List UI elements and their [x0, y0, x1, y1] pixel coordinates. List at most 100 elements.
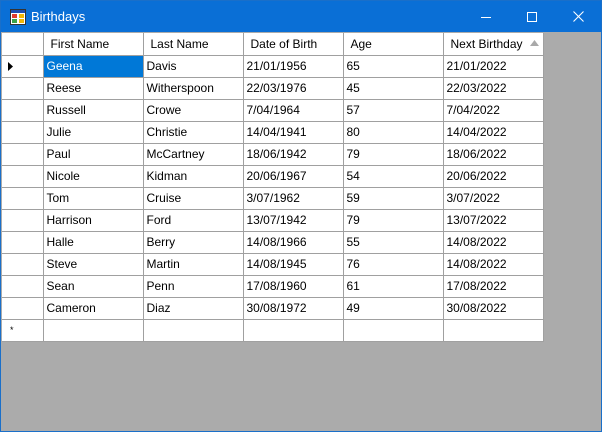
grid-cell[interactable]: Penn	[143, 275, 244, 298]
table-row[interactable]: Nicole Kidman 20/06/1967 54 20/06/2022	[2, 165, 544, 188]
minimize-button[interactable]	[463, 1, 509, 32]
grid-cell[interactable]: 14/04/1941	[243, 121, 344, 144]
grid-cell[interactable]: Martin	[143, 253, 244, 276]
table-row[interactable]: Russell Crowe 7/04/1964 57 7/04/2022	[2, 99, 544, 122]
grid-cell[interactable]: 22/03/2022	[443, 77, 544, 100]
grid-cell[interactable]: 3/07/1962	[243, 187, 344, 210]
grid-cell[interactable]: Harrison	[43, 209, 144, 232]
grid-cell[interactable]: Ford	[143, 209, 244, 232]
grid-cell[interactable]: 61	[343, 275, 444, 298]
grid-cell[interactable]: Reese	[43, 77, 144, 100]
grid-cell[interactable]: 65	[343, 55, 444, 78]
grid-cell[interactable]: 14/08/2022	[443, 231, 544, 254]
grid-cell[interactable]: Crowe	[143, 99, 244, 122]
grid-cell[interactable]: 14/08/2022	[443, 253, 544, 276]
row-header[interactable]	[2, 143, 44, 166]
grid-cell[interactable]: Steve	[43, 253, 144, 276]
grid-cell[interactable]: Paul	[43, 143, 144, 166]
grid-cell[interactable]: 45	[343, 77, 444, 100]
row-header[interactable]	[2, 55, 44, 78]
grid-cell[interactable]: 14/08/1945	[243, 253, 344, 276]
row-header[interactable]	[2, 77, 44, 100]
table-row[interactable]: Steve Martin 14/08/1945 76 14/08/2022	[2, 253, 544, 276]
title-bar[interactable]: Birthdays	[1, 1, 601, 32]
grid-cell[interactable]: 30/08/1972	[243, 297, 344, 320]
grid-cell[interactable]: 49	[343, 297, 444, 320]
row-header[interactable]	[2, 275, 44, 298]
table-row[interactable]: Halle Berry 14/08/1966 55 14/08/2022	[2, 231, 544, 254]
row-header[interactable]	[2, 297, 44, 320]
grid-cell[interactable]: Geena	[43, 55, 144, 78]
row-header[interactable]	[2, 187, 44, 210]
grid-cell[interactable]: 17/08/2022	[443, 275, 544, 298]
row-header[interactable]	[2, 209, 44, 232]
grid-cell[interactable]: 22/03/1976	[243, 77, 344, 100]
table-row[interactable]: Sean Penn 17/08/1960 61 17/08/2022	[2, 275, 544, 298]
grid-cell[interactable]: Sean	[43, 275, 144, 298]
row-header[interactable]	[2, 121, 44, 144]
table-row[interactable]: Cameron Diaz 30/08/1972 49 30/08/2022	[2, 297, 544, 320]
grid-cell[interactable]: 76	[343, 253, 444, 276]
close-button[interactable]	[555, 1, 601, 32]
column-header-age[interactable]: Age	[343, 33, 444, 56]
grid-cell[interactable]: Russell	[43, 99, 144, 122]
grid-cell[interactable]: 14/08/1966	[243, 231, 344, 254]
row-header[interactable]: *	[2, 319, 44, 342]
grid-cell[interactable]: Davis	[143, 55, 244, 78]
row-header[interactable]	[2, 99, 44, 122]
table-row[interactable]: Paul McCartney 18/06/1942 79 18/06/2022	[2, 143, 544, 166]
table-row[interactable]: Tom Cruise 3/07/1962 59 3/07/2022	[2, 187, 544, 210]
grid-cell[interactable]: 18/06/2022	[443, 143, 544, 166]
grid-cell[interactable]	[243, 319, 344, 342]
grid-cell[interactable]: 30/08/2022	[443, 297, 544, 320]
grid-cell[interactable]: 79	[343, 209, 444, 232]
grid-cell[interactable]: 14/04/2022	[443, 121, 544, 144]
row-header[interactable]	[2, 231, 44, 254]
grid-cell[interactable]: 59	[343, 187, 444, 210]
birthdays-grid[interactable]: First Name Last Name Date of Birth Age N…	[2, 33, 544, 342]
column-header-date-of-birth[interactable]: Date of Birth	[243, 33, 344, 56]
grid-cell[interactable]: Witherspoon	[143, 77, 244, 100]
grid-cell[interactable]	[343, 319, 444, 342]
grid-cell[interactable]: Cruise	[143, 187, 244, 210]
grid-cell[interactable]: 20/06/1967	[243, 165, 344, 188]
grid-cell[interactable]: 17/08/1960	[243, 275, 344, 298]
grid-cell[interactable]: 79	[343, 143, 444, 166]
grid-cell[interactable]: Julie	[43, 121, 144, 144]
grid-cell[interactable]: 3/07/2022	[443, 187, 544, 210]
grid-cell[interactable]	[43, 319, 144, 342]
grid-cell[interactable]: 7/04/1964	[243, 99, 344, 122]
grid-cell[interactable]: 13/07/2022	[443, 209, 544, 232]
column-header-next-birthday[interactable]: Next Birthday	[443, 33, 544, 56]
table-row[interactable]: Geena Davis 21/01/1956 65 21/01/2022	[2, 55, 544, 78]
grid-cell[interactable]: Tom	[43, 187, 144, 210]
grid-cell[interactable]: 55	[343, 231, 444, 254]
table-row[interactable]: Reese Witherspoon 22/03/1976 45 22/03/2022	[2, 77, 544, 100]
row-header[interactable]	[2, 253, 44, 276]
grid-cell[interactable]: 54	[343, 165, 444, 188]
grid-cell[interactable]	[443, 319, 544, 342]
grid-corner-cell[interactable]	[2, 33, 44, 56]
grid-cell[interactable]: Halle	[43, 231, 144, 254]
grid-cell[interactable]: Nicole	[43, 165, 144, 188]
row-header[interactable]	[2, 165, 44, 188]
grid-cell[interactable]: 18/06/1942	[243, 143, 344, 166]
grid-cell[interactable]: Berry	[143, 231, 244, 254]
grid-cell[interactable]: Diaz	[143, 297, 244, 320]
grid-cell[interactable]: 57	[343, 99, 444, 122]
table-row[interactable]: Julie Christie 14/04/1941 80 14/04/2022	[2, 121, 544, 144]
grid-cell[interactable]: 21/01/2022	[443, 55, 544, 78]
grid-cell[interactable]: 7/04/2022	[443, 99, 544, 122]
new-row[interactable]: *	[2, 319, 544, 342]
table-row[interactable]: Harrison Ford 13/07/1942 79 13/07/2022	[2, 209, 544, 232]
grid-cell[interactable]: McCartney	[143, 143, 244, 166]
grid-cell[interactable]: Kidman	[143, 165, 244, 188]
grid-cell[interactable]: 21/01/1956	[243, 55, 344, 78]
grid-cell[interactable]: Cameron	[43, 297, 144, 320]
maximize-button[interactable]	[509, 1, 555, 32]
column-header-first-name[interactable]: First Name	[43, 33, 144, 56]
grid-cell[interactable]	[143, 319, 244, 342]
column-header-last-name[interactable]: Last Name	[143, 33, 244, 56]
grid-cell[interactable]: 13/07/1942	[243, 209, 344, 232]
grid-cell[interactable]: Christie	[143, 121, 244, 144]
